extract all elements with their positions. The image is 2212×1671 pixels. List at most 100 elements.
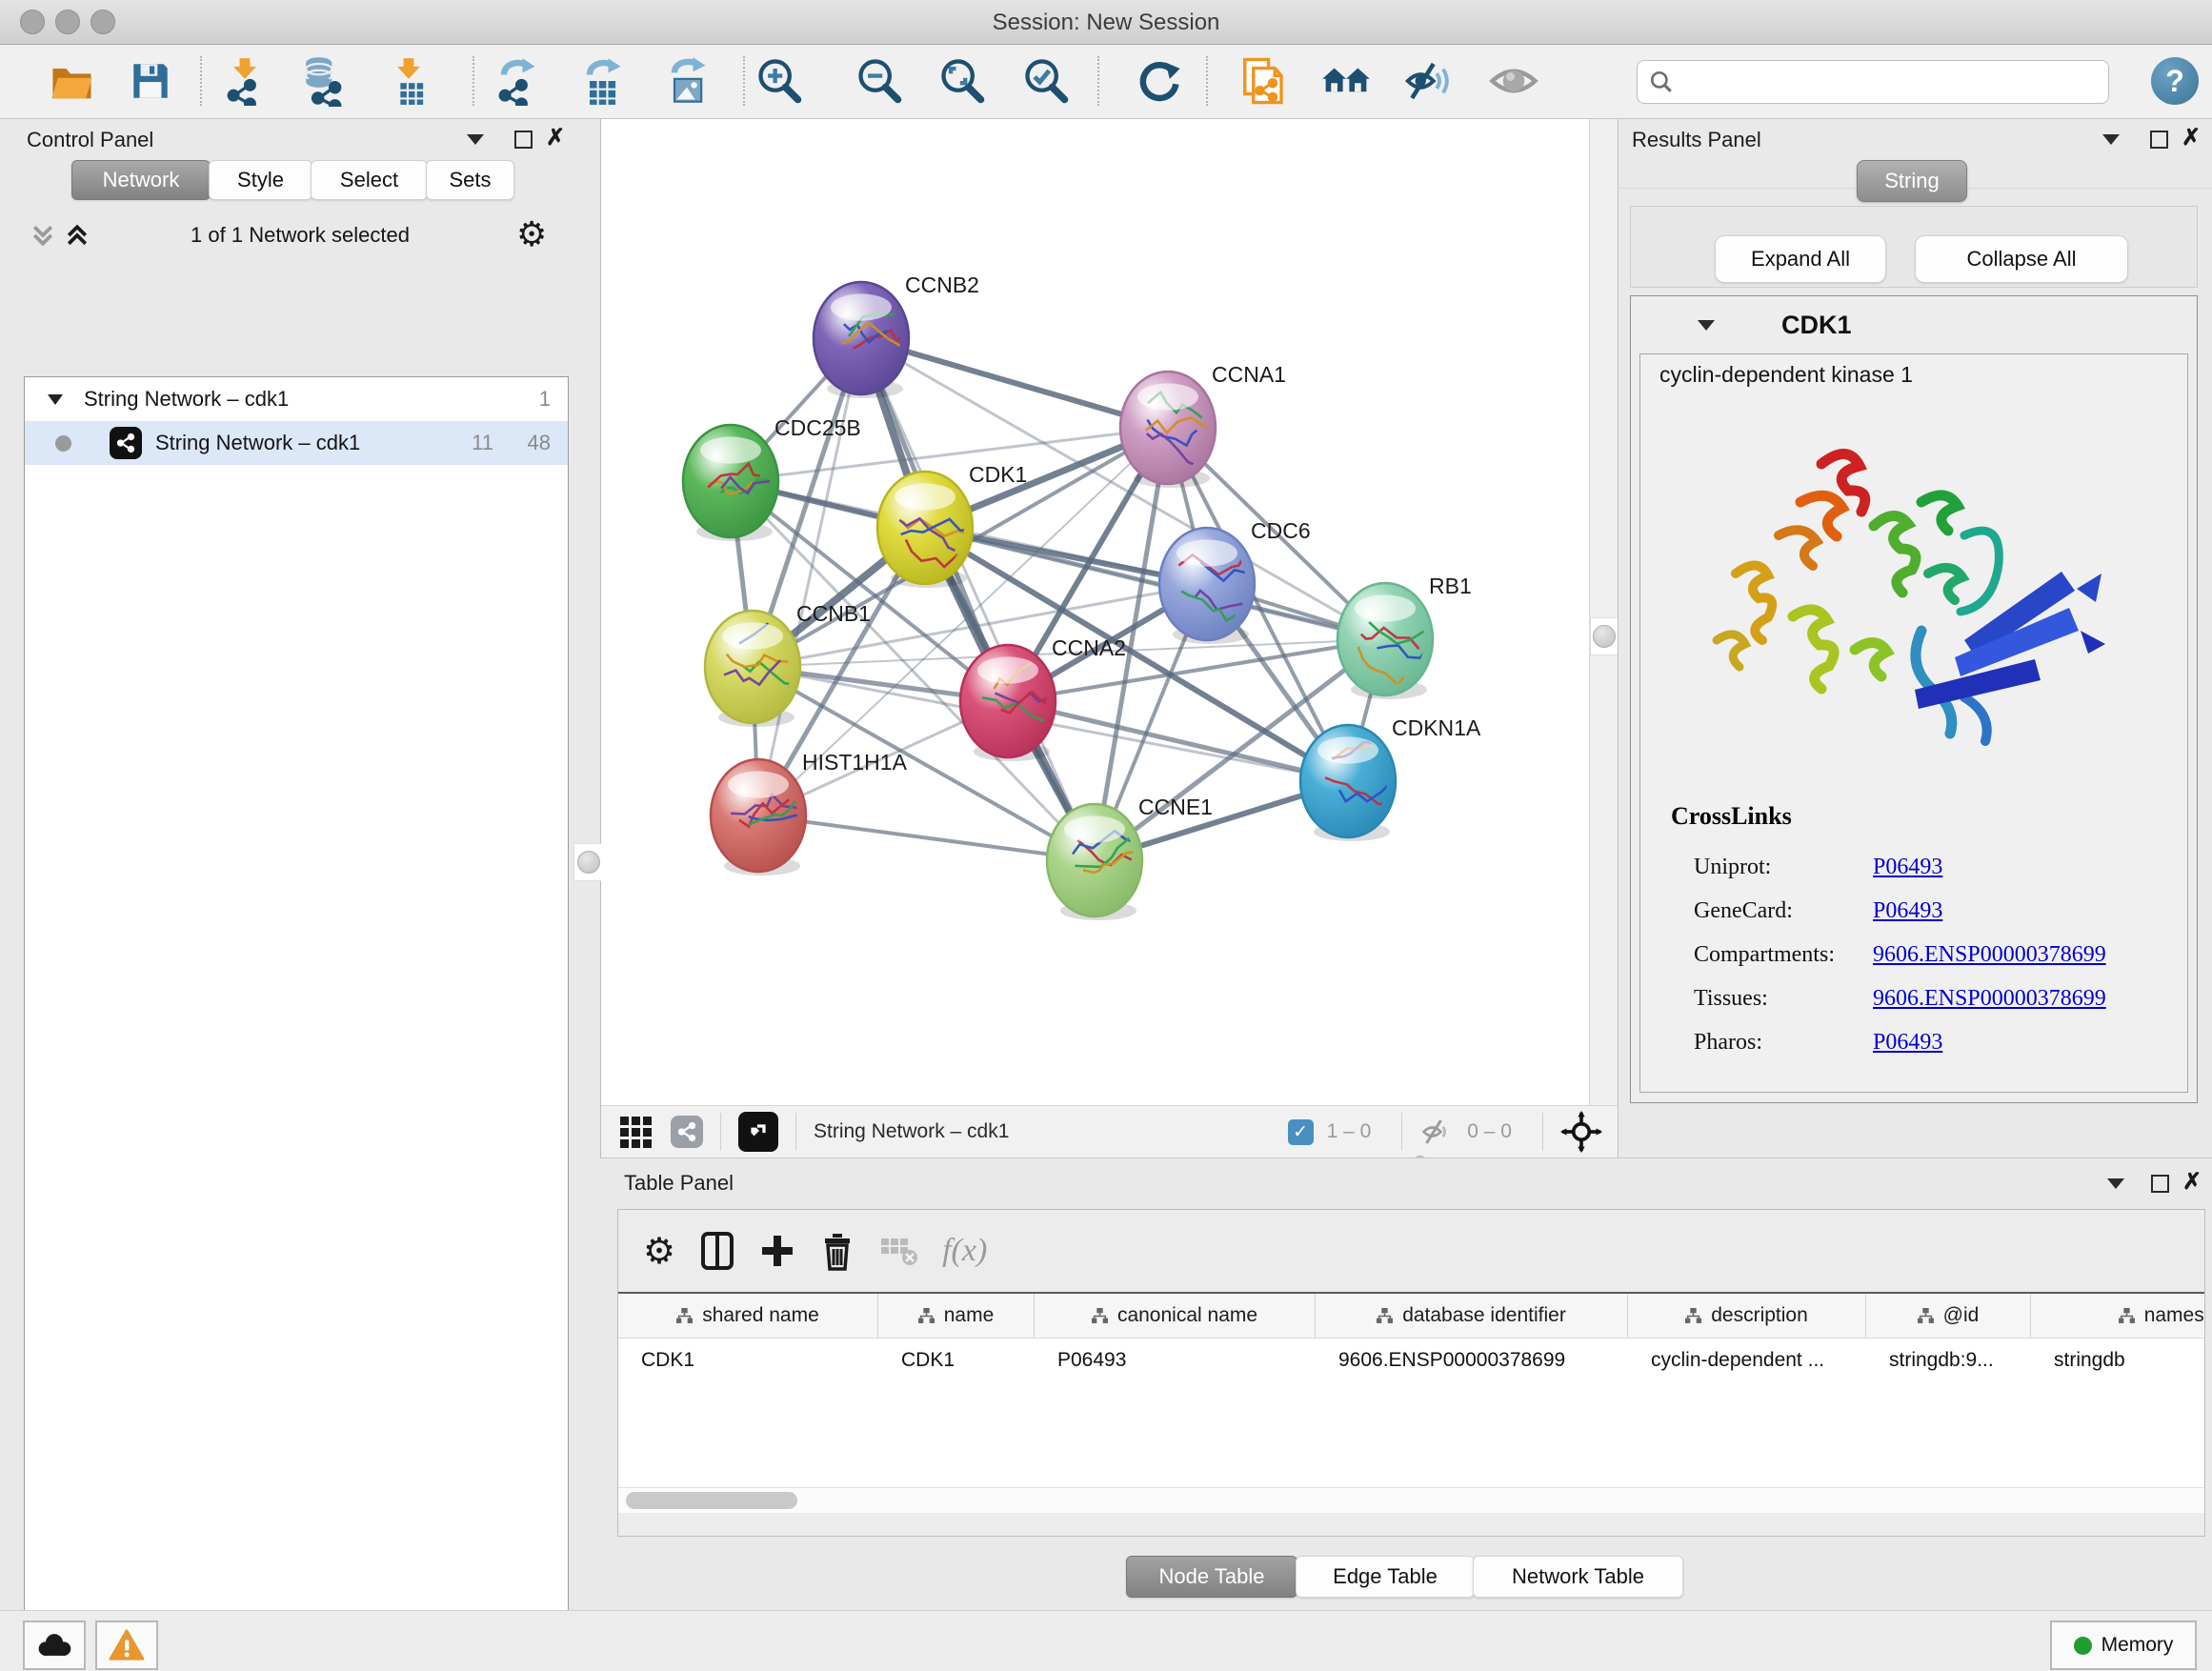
table-cell[interactable]: cyclin-dependent ...: [1628, 1339, 1866, 1382]
clone-network-button[interactable]: [1237, 53, 1292, 109]
import-table-button[interactable]: [381, 53, 436, 109]
zoom-in-button[interactable]: [752, 53, 807, 109]
hidden-eye-slash-icon: [1419, 1115, 1454, 1149]
help-button[interactable]: ?: [2151, 57, 2199, 105]
float-panel-icon[interactable]: [467, 134, 484, 145]
column-header-sharedname[interactable]: shared name: [618, 1294, 878, 1338]
refresh-button[interactable]: [1132, 53, 1187, 109]
column-header-databaseidentifier[interactable]: database identifier: [1316, 1294, 1628, 1338]
tab-style[interactable]: Style: [209, 160, 312, 200]
gear-icon[interactable]: ⚙: [516, 214, 547, 254]
memory-button[interactable]: Memory: [2050, 1621, 2197, 1670]
tab-node-table[interactable]: Node Table: [1126, 1556, 1297, 1598]
table-cell[interactable]: 9606.ENSP00000378699: [1316, 1339, 1628, 1382]
column-header-id[interactable]: @id: [1866, 1294, 2031, 1338]
protein-card-header[interactable]: CDK1: [1631, 296, 2197, 353]
tab-sets[interactable]: Sets: [426, 160, 514, 200]
table-cell[interactable]: CDK1: [878, 1339, 1035, 1382]
tab-edge-table[interactable]: Edge Table: [1296, 1556, 1475, 1598]
maximize-panel-icon[interactable]: [2151, 1175, 2169, 1193]
crosslink-row: Uniprot:P06493: [1694, 845, 2170, 889]
zoom-fit-button[interactable]: [935, 53, 990, 109]
tab-select[interactable]: Select: [311, 160, 428, 200]
network-node-CDC6[interactable]: CDC6: [1159, 518, 1311, 644]
export-image-button[interactable]: [659, 53, 714, 109]
import-database-button[interactable]: [293, 53, 349, 109]
warning-button[interactable]: [95, 1621, 158, 1670]
network-node-CCNA1[interactable]: CCNA1: [1120, 362, 1286, 488]
first-neighbors-button[interactable]: [1318, 53, 1374, 109]
crosslink-link[interactable]: P06493: [1873, 855, 1942, 880]
close-panel-icon[interactable]: ✗: [2182, 1171, 2202, 1194]
save-session-button[interactable]: [123, 53, 178, 109]
collapse-card-icon[interactable]: [1698, 320, 1715, 331]
tab-string[interactable]: String: [1857, 160, 1967, 202]
cloud-icon: [35, 1632, 73, 1659]
memory-status-dot: [2074, 1637, 2092, 1655]
tab-network-table[interactable]: Network Table: [1473, 1556, 1683, 1598]
table-cell[interactable]: stringdb: [2031, 1339, 2204, 1382]
export-network-button[interactable]: [489, 53, 544, 109]
export-table-button[interactable]: [574, 53, 630, 109]
zoom-out-button[interactable]: [852, 53, 907, 109]
close-panel-icon[interactable]: ✗: [546, 127, 565, 150]
birdseye-view-icon[interactable]: [738, 1112, 778, 1152]
share-view-icon[interactable]: [671, 1116, 703, 1148]
fit-content-crosshair-icon[interactable]: [1560, 1111, 1602, 1153]
network-node-CCNE1[interactable]: CCNE1: [1047, 795, 1213, 920]
crosslink-link[interactable]: P06493: [1873, 1030, 1942, 1056]
network-node-CCNB2[interactable]: CCNB2: [814, 272, 979, 398]
table-panel-tabs: Node TableEdge TableNetwork Table: [600, 1556, 2212, 1596]
delete-column-trash-icon[interactable]: [820, 1231, 855, 1271]
import-network-button[interactable]: [217, 53, 272, 109]
protein-description: cyclin-dependent kinase 1: [1659, 362, 1913, 388]
hide-selected-button[interactable]: [1399, 53, 1455, 109]
open-session-button[interactable]: [45, 53, 100, 109]
selected-checkbox[interactable]: ✓: [1288, 1119, 1314, 1145]
zoom-selected-button[interactable]: [1018, 53, 1074, 109]
protein-card-body: cyclin-dependent kinase 1: [1639, 353, 2188, 1093]
collapse-all-button[interactable]: Collapse All: [1915, 235, 2128, 283]
network-canvas[interactable]: CCNB2CCNA1CDC25BCDK1CDC6RB1CCNB1CCNA2CDK…: [601, 119, 1589, 1105]
gear-icon[interactable]: ⚙: [643, 1230, 675, 1273]
crosslink-link[interactable]: P06493: [1873, 898, 1942, 924]
column-header-description[interactable]: description: [1628, 1294, 1866, 1338]
network-collection-row[interactable]: String Network – cdk1 1: [25, 377, 568, 421]
close-panel-icon[interactable]: ✗: [2182, 127, 2201, 150]
right-splitter-handle[interactable]: [1590, 617, 1619, 655]
left-splitter-handle[interactable]: [573, 843, 604, 881]
crosslink-link[interactable]: 9606.ENSP00000378699: [1873, 986, 2106, 1012]
column-header-name[interactable]: name: [878, 1294, 1035, 1338]
grid-view-icon[interactable]: [620, 1117, 652, 1148]
table-row[interactable]: CDK1CDK1P064939606.ENSP00000378699cyclin…: [618, 1339, 2204, 1382]
add-column-icon[interactable]: [759, 1233, 795, 1269]
table-cell[interactable]: CDK1: [618, 1339, 878, 1382]
network-view-toolbar: String Network – cdk1 ✓ 1 – 0 0 – 0: [601, 1105, 1618, 1158]
scrollbar-thumb[interactable]: [626, 1492, 797, 1509]
crosslink-link[interactable]: 9606.ENSP00000378699: [1873, 942, 2106, 968]
network-node-CDK1[interactable]: CDK1: [877, 462, 1027, 588]
search-box[interactable]: [1637, 60, 2109, 104]
tree-collapse-icon[interactable]: [48, 394, 63, 405]
network-node-HIST1H1A[interactable]: HIST1H1A: [711, 750, 908, 876]
network-node-CDKN1A[interactable]: CDKN1A: [1300, 715, 1481, 841]
maximize-panel-icon[interactable]: [2150, 131, 2168, 149]
show-all-button[interactable]: [1486, 53, 1541, 109]
column-header-canonicalname[interactable]: canonical name: [1035, 1294, 1316, 1338]
export-image-icon: [662, 56, 712, 106]
network-row[interactable]: String Network – cdk1 11 48: [25, 421, 568, 465]
float-panel-icon[interactable]: [2102, 134, 2120, 145]
expand-all-button[interactable]: Expand All: [1715, 235, 1886, 283]
float-panel-icon[interactable]: [2107, 1178, 2124, 1189]
table-cell[interactable]: stringdb:9...: [1866, 1339, 2031, 1382]
tab-network[interactable]: Network: [71, 160, 211, 200]
show-columns-icon[interactable]: [700, 1231, 734, 1271]
status-bar: Memory: [0, 1610, 2212, 1671]
maximize-panel-icon[interactable]: [514, 131, 533, 149]
toolbar-separator: [1097, 56, 1099, 106]
search-input[interactable]: [1674, 70, 2078, 94]
table-cell[interactable]: P06493: [1035, 1339, 1316, 1382]
column-header-namespace[interactable]: namespace: [2031, 1294, 2204, 1338]
cloud-button[interactable]: [23, 1621, 86, 1670]
network-node-RB1[interactable]: RB1: [1337, 574, 1472, 699]
